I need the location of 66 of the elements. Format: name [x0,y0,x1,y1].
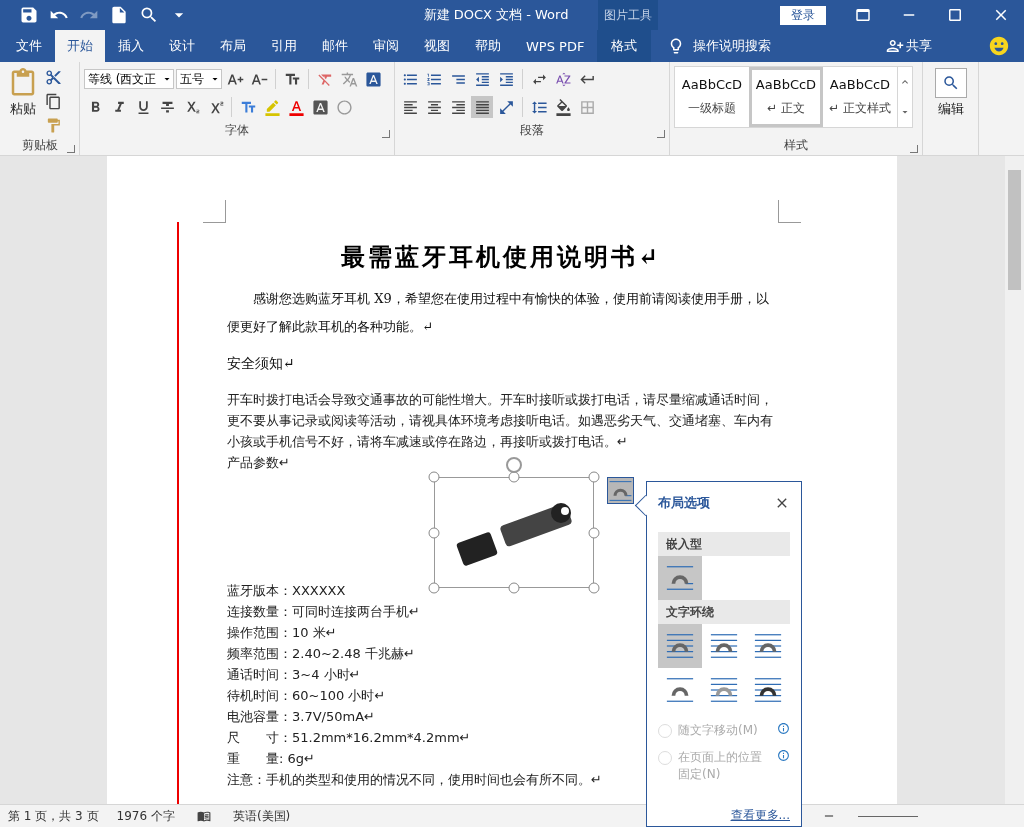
page-count[interactable]: 第 1 页，共 3 页 [8,807,99,825]
share-button[interactable]: 共享 [880,30,938,62]
crop-mark [778,200,801,223]
ribbon-tab[interactable]: 文件 [4,30,54,62]
section-header: 文字环绕 [658,600,790,624]
smiley-icon[interactable] [988,35,1010,57]
spec-line: 蓝牙版本：XXXXXX [227,582,346,600]
window-title: 新建 DOCX 文档 - Word [422,6,570,24]
resize-handle[interactable] [428,527,440,538]
ribbon-tab[interactable]: 视图 [412,30,462,62]
spec-line: 注意：手机的类型和使用的情况不同，使用时间也会有所不同。↵ [227,771,602,789]
spec-line: 连接数量：可同时连接两台手机↵ [227,603,420,621]
intro-paragraph: 感谢您选购蓝牙耳机 X9，希望您在使用过程中有愉快的体验，使用前请阅读使用手册，以便更好了解此款耳机的各种功能。↵ [227,290,770,336]
spec-line: 操作范围：10 米↵ [227,624,337,642]
word-count[interactable]: 1976 个字 [116,807,175,825]
resize-handle[interactable] [588,471,600,483]
ribbon-tab[interactable]: 开始 [55,30,105,62]
spec-line: 频率范围：2.40~2.48 千兆赫↵ [227,645,415,663]
group-label: 剪贴板 [21,137,58,154]
ribbon-tab[interactable]: 布局 [208,30,258,62]
login-button[interactable]: 登录 [780,5,826,25]
tell-me-search[interactable]: 操作说明搜索 [661,30,778,62]
see-more-link[interactable]: 查看更多... [658,807,790,824]
spec-line: 电池容量：3.7V/50mA↵ [227,708,375,726]
paste-button[interactable]: 粘贴 [4,66,42,136]
ribbon-tab[interactable]: 设计 [157,30,207,62]
ribbon-tab[interactable]: 格式 [597,30,652,62]
editing-button[interactable]: 编辑 [927,66,974,120]
group-label: 段落 [520,121,544,139]
section-heading: 安全须知↵ [227,355,296,373]
safety-paragraph: 开车时拨打电话会导致交通事故的可能性增大。开车时接听或拨打电话，请尽量缩减通话时间，更不要从事记录或阅读等活动，请视具体环境考虑接听电话。如遇恶劣天气、交通堵塞、车内有小孩或手机信号不好，请将车减速或停在路边，再接听或拨打电话。↵ [227,391,774,451]
language-indicator[interactable]: 英语(美国) [232,807,291,825]
section-header: 嵌入型 [658,532,790,556]
ribbon-tab[interactable]: 审阅 [361,30,411,62]
spec-line: 通话时间：3~4 小时↵ [227,666,361,684]
ribbon-tab[interactable]: 邮件 [310,30,360,62]
spec-line: 重 量: 6g↵ [227,750,315,768]
document-title: 最需蓝牙耳机使用说明书↵ [339,241,663,273]
resize-handle[interactable] [428,582,440,594]
ribbon-tab[interactable]: 帮助 [463,30,513,62]
resize-handle[interactable] [508,582,520,594]
group-label: 样式 [784,136,808,154]
style-gallery-item[interactable]: AaBbCcD ↵ 正文 [749,67,823,127]
font-size-field[interactable]: 五号 [176,69,222,89]
section-heading: 产品参数↵ [227,454,290,472]
resize-handle[interactable] [428,471,440,483]
picture-tools-label: 图片工具 [598,0,658,30]
rotate-handle[interactable] [506,457,522,473]
radio-label: 随文字移动(M) [678,722,759,739]
search-icon [934,68,967,98]
justify-icon[interactable] [471,96,493,118]
resize-handle[interactable] [588,582,600,594]
font-name-field[interactable]: 等线 (西文正 [84,69,174,89]
ribbon-tab[interactable]: 插入 [106,30,156,62]
person-add-icon [886,37,904,55]
panel-title: 布局选项 [658,494,710,512]
group-label: 字体 [225,121,249,139]
ribbon-tab[interactable]: 引用 [259,30,309,62]
spec-line: 待机时间：60~100 小时↵ [227,687,386,705]
resize-handle[interactable] [588,527,600,538]
radio-label: 在页面上的位置固定(N) [678,749,763,783]
layout-options-button[interactable] [607,477,634,504]
spec-line: 尺 寸：51.2mm*16.2mm*4.2mm↵ [227,729,471,747]
crop-mark [203,200,226,223]
ribbon-tab[interactable]: WPS PDF [514,30,597,62]
vertical-scrollbar[interactable] [1005,156,1024,804]
